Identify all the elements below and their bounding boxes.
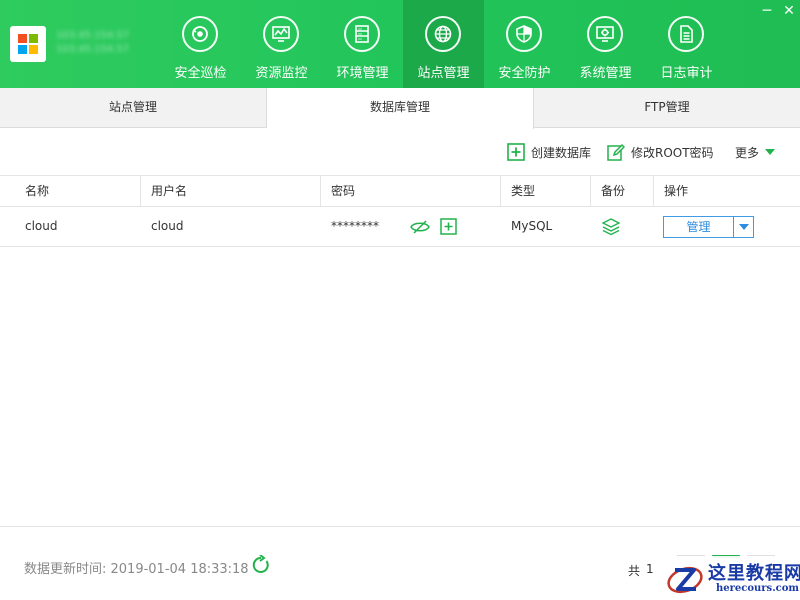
nav-label: 环境管理 [336,66,389,81]
main-nav: 安全巡检 资源监控 环境管理 站点管理 安全防护 系统管理 日志审计 [160,0,727,88]
manage-split-button: 管理 [663,216,754,238]
nav-item-security-protection[interactable]: 安全防护 [484,0,565,88]
layers-icon[interactable] [601,218,621,240]
server-address: 103.45.154.57 [56,30,130,41]
nav-label: 站点管理 [417,66,470,81]
shield-icon [506,16,542,52]
nav-label: 安全防护 [498,66,551,81]
create-database-label: 创建数据库 [531,145,592,160]
globe-icon [425,16,461,52]
nav-item-site-management[interactable]: 站点管理 [403,0,484,88]
window-controls: ─ ✕ [756,0,800,22]
eye-hidden-icon[interactable] [410,218,430,240]
tab-ftp-management[interactable]: FTP管理 [534,88,800,128]
data-update-time: 数据更新时间: 2019-01-04 18:33:18 [24,562,249,577]
plus-square-icon [507,143,525,161]
watermark-url: herecours.com [716,583,800,594]
app-logo [10,26,46,62]
caret-down-icon [765,149,776,155]
nav-label: 系统管理 [579,66,632,81]
pager-total-prefix: 共 [628,564,641,578]
nav-label: 资源监控 [255,66,308,81]
cell-name: cloud [25,219,58,233]
nav-label: 日志审计 [660,66,713,81]
table-header: 名称 用户名 密码 类型 备份 操作 [0,175,800,207]
watermark-logo-icon [667,566,703,594]
toolbar: 创建数据库 修改ROOT密码 更多 [0,128,800,176]
server-address-secondary: 103.45.154.57 [56,44,130,55]
pager-total-count: 1 [646,562,654,576]
table-row: cloud cloud ******** MySQL 管理 [0,207,800,247]
header-bar: 103.45.154.57 103.45.154.57 安全巡检 资源监控 环境… [0,0,800,88]
cell-type: MySQL [511,219,553,233]
cell-username: cloud [151,219,184,233]
database-table: 名称 用户名 密码 类型 备份 操作 cloud cloud ******** … [0,175,800,247]
minimize-button[interactable]: ─ [756,0,778,22]
sub-tabs: 站点管理 数据库管理 FTP管理 [0,88,800,129]
nav-item-security-inspection[interactable]: 安全巡检 [160,0,241,88]
server-info: 103.45.154.57 103.45.154.57 [56,30,148,62]
document-icon [668,16,704,52]
column-header-actions: 操作 [664,184,689,198]
nav-item-system-management[interactable]: 系统管理 [565,0,646,88]
watermark-title: 这里教程网 [708,563,800,584]
monitor-chart-icon [263,16,299,52]
server-rack-icon [344,16,380,52]
column-header-username[interactable]: 用户名 [141,176,321,207]
site-watermark: 这里教程网 herecours.com [654,556,800,600]
nav-item-resource-monitor[interactable]: 资源监控 [241,0,322,88]
tab-site-management[interactable]: 站点管理 [0,88,267,128]
more-label: 更多 [735,145,760,160]
create-database-button[interactable]: 创建数据库 [507,142,591,162]
column-header-password[interactable]: 密码 [321,176,501,207]
column-header-name[interactable]: 名称 [15,176,141,207]
refresh-icon[interactable] [251,554,271,579]
column-header-backup[interactable]: 备份 [591,176,654,207]
windows-icon [18,34,38,54]
tab-database-management[interactable]: 数据库管理 [267,88,534,129]
close-button[interactable]: ✕ [778,0,800,22]
shield-scan-icon [182,16,218,52]
column-header-type[interactable]: 类型 [501,176,591,207]
more-menu-button[interactable]: 更多 [735,142,776,162]
nav-label: 安全巡检 [174,66,227,81]
app-window: 103.45.154.57 103.45.154.57 安全巡检 资源监控 环境… [0,0,800,600]
manage-dropdown-toggle[interactable] [734,217,753,237]
nav-item-log-audit[interactable]: 日志审计 [646,0,727,88]
change-root-password-button[interactable]: 修改ROOT密码 [607,142,714,162]
change-root-password-label: 修改ROOT密码 [631,145,714,160]
nav-item-environment[interactable]: 环境管理 [322,0,403,88]
caret-down-icon [738,224,749,230]
gear-display-icon [587,16,623,52]
manage-button[interactable]: 管理 [664,217,734,237]
copy-icon[interactable] [440,218,457,239]
edit-icon [607,143,625,161]
